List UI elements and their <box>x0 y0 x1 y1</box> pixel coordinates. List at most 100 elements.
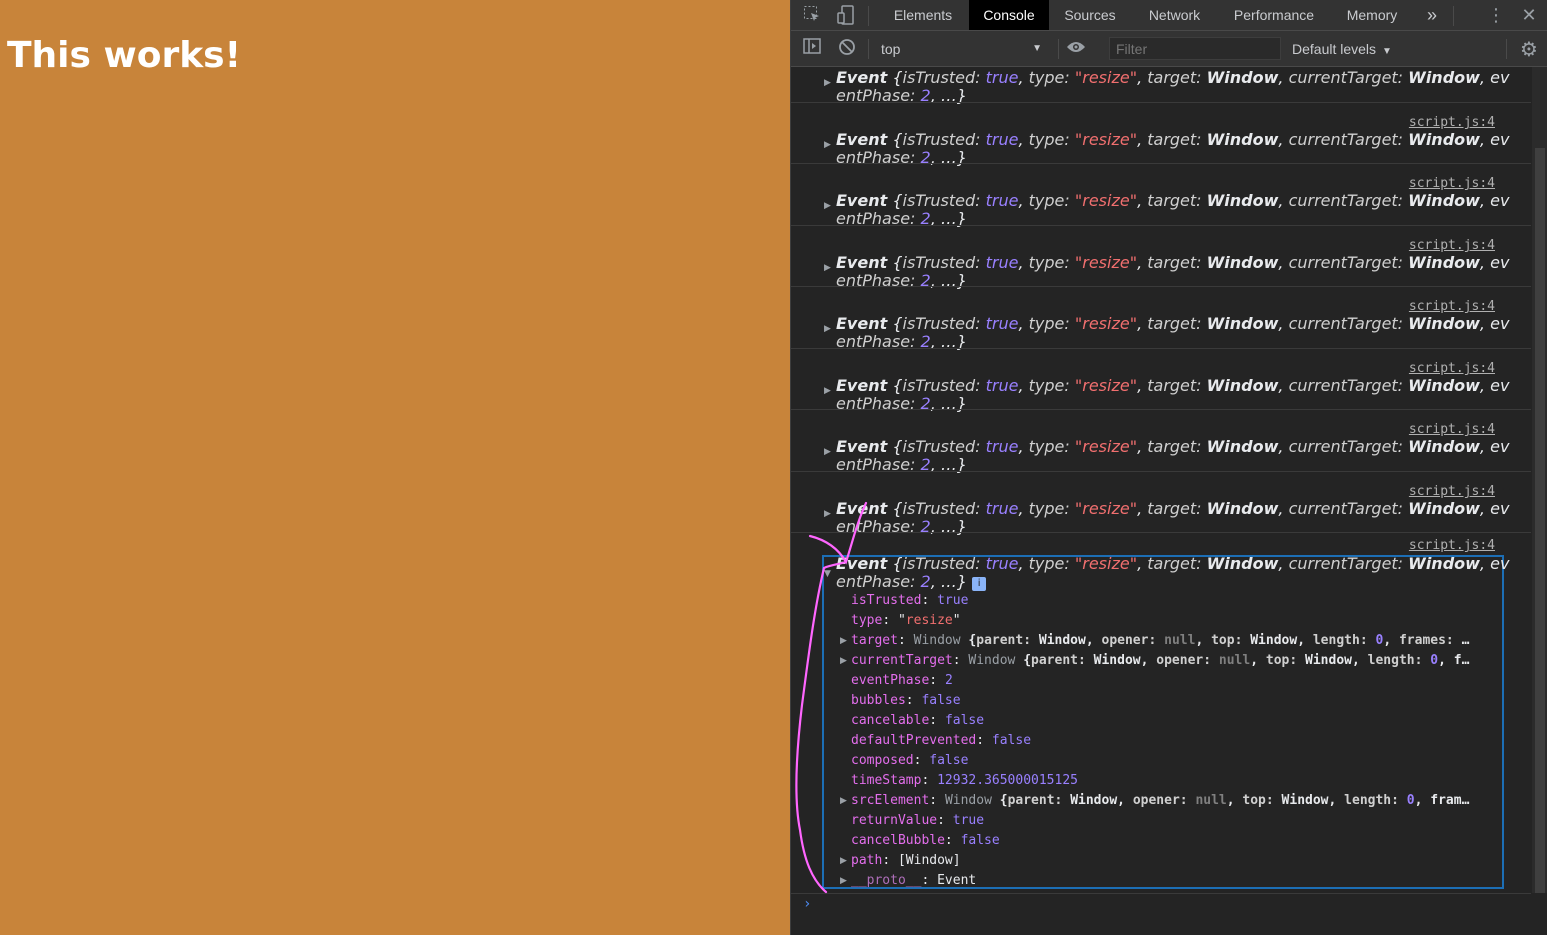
property-expand-icon[interactable]: ▶ <box>840 796 847 806</box>
property-key: composed <box>851 753 914 768</box>
property-value: Window {parent: Window, opener: null, to… <box>968 653 1470 668</box>
property-value: [Window] <box>897 853 961 868</box>
event-summary-line-wrap: entPhase: 2, …} <box>836 518 1516 536</box>
property-value: Window {parent: Window, opener: null, to… <box>944 793 1470 808</box>
context-label: top <box>881 41 901 57</box>
tab-sources[interactable]: Sources <box>1054 0 1126 30</box>
message-divider <box>791 471 1531 472</box>
property-key: eventPhase <box>851 673 930 688</box>
page-heading: This works! <box>7 35 242 76</box>
collapse-arrow-icon[interactable]: ▼ <box>824 569 831 579</box>
property-value: false <box>944 713 985 728</box>
object-property[interactable]: __proto__: Event <box>851 873 1501 888</box>
property-key: defaultPrevented <box>851 733 977 748</box>
eye-icon[interactable] <box>1065 38 1087 60</box>
property-key: cancelBubble <box>851 833 945 848</box>
property-expand-icon[interactable]: ▶ <box>840 636 847 646</box>
property-value: Window {parent: Window, opener: null, to… <box>913 633 1470 648</box>
event-summary-wrap-text: entPhase: 2, …} <box>836 518 968 536</box>
property-key: isTrusted <box>851 593 922 608</box>
log-levels-label: Default levels <box>1292 41 1377 57</box>
context-selector[interactable]: top ▼ <box>881 36 1046 62</box>
devtools-tabbar: Elements Console Sources Network Perform… <box>791 0 1547 31</box>
toolbar-divider <box>1058 39 1059 59</box>
property-key: currentTarget <box>851 653 953 668</box>
object-property[interactable]: isTrusted: true <box>851 593 1501 608</box>
console-scrollbar-thumb[interactable] <box>1535 148 1545 893</box>
toolbar-divider <box>868 6 869 26</box>
event-summary-line: Event {isTrusted: true, type: "resize", … <box>836 500 1510 518</box>
property-expand-icon[interactable]: ▶ <box>840 656 847 666</box>
message-divider <box>791 102 1531 103</box>
more-tabs-icon[interactable]: » <box>1419 0 1445 30</box>
object-property[interactable]: composed: false <box>851 753 1501 768</box>
property-key: bubbles <box>851 693 906 708</box>
tab-performance[interactable]: Performance <box>1223 0 1325 30</box>
property-key: returnValue <box>851 813 938 828</box>
tab-console[interactable]: Console <box>969 0 1049 30</box>
toolbar-divider <box>868 39 869 59</box>
property-key: target <box>851 633 898 648</box>
property-value: false <box>921 693 961 708</box>
message-divider <box>791 348 1531 349</box>
property-value: true <box>937 593 969 608</box>
property-expand-icon[interactable]: ▶ <box>840 876 847 886</box>
dropdown-arrow-icon: ▼ <box>1032 43 1042 54</box>
filter-input[interactable] <box>1109 37 1281 60</box>
object-property[interactable]: bubbles: false <box>851 693 1501 708</box>
info-badge[interactable]: i <box>972 577 987 591</box>
object-property[interactable]: returnValue: true <box>851 813 1501 828</box>
object-property[interactable]: cancelBubble: false <box>851 833 1501 848</box>
source-link[interactable]: script.js:4 <box>1409 538 1495 553</box>
property-key: path <box>851 853 883 868</box>
object-property[interactable]: defaultPrevented: false <box>851 733 1501 748</box>
property-value: 12932.365000015125 <box>937 773 1078 788</box>
object-property[interactable]: timeStamp: 12932.365000015125 <box>851 773 1501 788</box>
object-property[interactable]: target: Window {parent: Window, opener: … <box>851 633 1501 648</box>
message-divider <box>791 286 1531 287</box>
toolbar-divider <box>1506 39 1507 59</box>
object-property[interactable]: srcElement: Window {parent: Window, open… <box>851 793 1501 808</box>
event-summary-line: Event {isTrusted: true, type: "resize", … <box>836 555 1510 573</box>
message-divider <box>791 532 1531 533</box>
tab-memory[interactable]: Memory <box>1337 0 1407 30</box>
message-divider <box>791 163 1531 164</box>
property-value: Event <box>937 873 977 888</box>
object-property[interactable]: cancelable: false <box>851 713 1501 728</box>
message-divider <box>791 409 1531 410</box>
property-expand-icon[interactable]: ▶ <box>840 856 847 866</box>
object-property[interactable]: path: [Window] <box>851 853 1501 868</box>
property-value: 2 <box>944 673 953 688</box>
console-messages[interactable]: ▶ Event {isTrusted: true, type: "resize",… <box>791 67 1531 935</box>
object-property[interactable]: type: "resize" <box>851 613 1501 628</box>
property-key: srcElement <box>851 793 930 808</box>
object-property[interactable]: eventPhase: 2 <box>851 673 1501 688</box>
property-value: false <box>991 733 1032 748</box>
kebab-menu-icon[interactable]: ⋮ <box>1485 5 1507 27</box>
property-key: cancelable <box>851 713 930 728</box>
prompt-divider <box>791 893 1531 894</box>
console-message[interactable] <box>791 67 1531 534</box>
sidebar-toggle-icon[interactable] <box>801 38 823 60</box>
tab-network[interactable]: Network <box>1137 0 1212 30</box>
source-link[interactable]: script.js:4 <box>1409 484 1495 499</box>
property-value: false <box>929 753 969 768</box>
console-prompt[interactable]: › <box>803 896 811 912</box>
object-property[interactable]: currentTarget: Window {parent: Window, o… <box>851 653 1501 668</box>
property-value: false <box>960 833 1000 848</box>
property-value: true <box>952 813 985 828</box>
expand-arrow-icon[interactable]: ▶ <box>824 509 831 519</box>
dropdown-arrow-icon: ▼ <box>1381 46 1392 57</box>
inspect-icon[interactable] <box>801 5 823 27</box>
property-key: timeStamp <box>851 773 922 788</box>
property-key: type <box>851 613 883 628</box>
clear-console-icon[interactable] <box>836 38 858 60</box>
page-viewport: This works! <box>0 0 790 935</box>
property-value: "resize" <box>897 613 961 628</box>
log-levels-selector[interactable]: Default levels ▼ <box>1292 36 1402 62</box>
settings-gear-icon[interactable]: ⚙ <box>1518 38 1540 60</box>
close-icon[interactable]: ✕ <box>1518 5 1540 27</box>
console-toolbar: top ▼ Default levels ▼ ⚙ <box>791 31 1547 67</box>
device-toggle-icon[interactable] <box>835 5 857 27</box>
tab-elements[interactable]: Elements <box>879 0 967 30</box>
